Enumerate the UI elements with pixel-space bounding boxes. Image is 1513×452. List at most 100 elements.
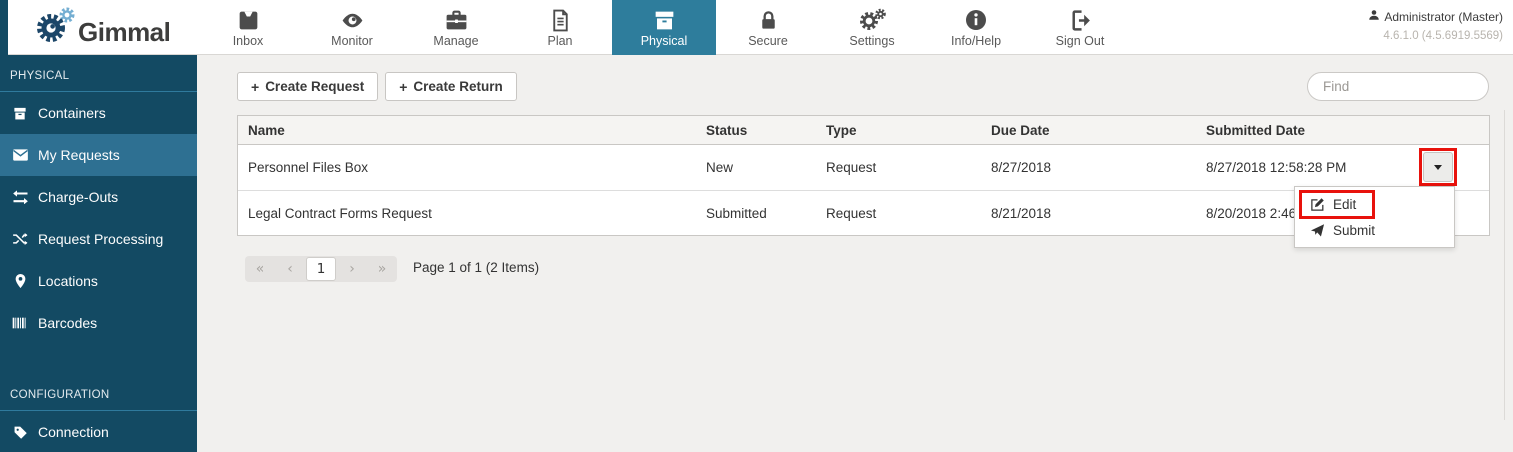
gears-icon [857,7,887,33]
table-row[interactable]: Personnel Files Box New Request 8/27/201… [238,145,1489,190]
nav-label: Inbox [233,34,264,48]
current-user[interactable]: Administrator (Master) [1368,9,1503,24]
nav-label: Sign Out [1056,34,1105,48]
pagination: « ‹ 1 › » [245,256,397,282]
info-icon [964,7,988,33]
create-request-label: Create Request [265,79,364,94]
cell-status: New [696,160,816,175]
nav-label: Info/Help [951,34,1001,48]
nav-label: Monitor [331,34,373,48]
nav-label: Settings [849,34,894,48]
red-annotation-box [1419,148,1457,186]
barcode-icon [11,315,29,331]
menu-item-label: Edit [1333,197,1356,212]
tag-icon [11,424,29,440]
sidebar-item-label: Charge-Outs [38,189,118,205]
row-actions-menu: Edit Submit [1294,186,1455,248]
nav-monitor[interactable]: Monitor [300,0,404,55]
archive-box-icon [11,105,29,121]
page-last-button[interactable]: » [367,256,397,282]
app-version: 4.6.1.0 (4.5.6919.5569) [1368,30,1503,42]
sign-out-icon [1068,7,1093,33]
cell-type: Request [816,160,981,175]
sidebar-item-connection[interactable]: Connection [0,411,197,452]
nav-label: Secure [748,34,788,48]
create-return-label: Create Return [413,79,502,94]
inbox-icon [236,7,261,33]
column-header-type[interactable]: Type [816,123,981,138]
caret-down-icon [1434,165,1442,170]
plus-icon: + [251,79,259,95]
cell-name: Legal Contract Forms Request [238,206,696,221]
nav-info-help[interactable]: Info/Help [924,0,1028,55]
cell-due-date: 8/21/2018 [981,206,1196,221]
briefcase-icon [444,7,469,33]
lock-icon [757,7,780,33]
menu-item-label: Submit [1333,223,1375,238]
gimmal-gears-icon [34,4,80,53]
person-icon [1368,9,1380,24]
app-window: Gimmal Inbox Monitor Manage [0,0,1513,452]
archive-box-icon [652,7,677,33]
sidebar-item-containers[interactable]: Containers [0,92,197,134]
sidebar-item-label: My Requests [38,147,120,163]
cell-status: Submitted [696,206,816,221]
nav-label: Manage [433,34,478,48]
column-header-submitted-date[interactable]: Submitted Date [1196,123,1489,138]
envelope-icon [11,147,29,163]
nav-plan[interactable]: Plan [508,0,612,55]
sidebar-item-locations[interactable]: Locations [0,260,197,302]
column-header-due-date[interactable]: Due Date [981,123,1196,138]
sidebar-item-my-requests[interactable]: My Requests [0,134,197,176]
edit-icon [1309,196,1325,212]
map-pin-icon [11,273,29,289]
sidebar-item-label: Request Processing [38,231,163,247]
shuffle-icon [11,231,29,247]
page-next-button[interactable]: › [337,256,367,282]
nav-physical[interactable]: Physical [612,0,716,55]
table-header-row: Name Status Type Due Date Submitted Date [238,116,1489,145]
plus-icon: + [399,79,407,95]
nav-label: Plan [547,34,572,48]
paper-plane-icon [1309,222,1325,238]
nav-manage[interactable]: Manage [404,0,508,55]
sidebar-section-configuration: CONFIGURATION [0,374,197,410]
top-header: Gimmal Inbox Monitor Manage [0,0,1513,55]
nav-settings[interactable]: Settings [820,0,924,55]
eye-icon [339,7,366,33]
panel-edge-line [1504,110,1505,420]
document-icon [548,7,573,33]
toolbar: + Create Request + Create Return [237,72,517,101]
create-return-button[interactable]: + Create Return [385,72,516,101]
top-nav: Inbox Monitor Manage Plan [196,0,1132,55]
sidebar-section-physical: PHYSICAL [0,55,197,91]
menu-item-edit[interactable]: Edit [1295,191,1454,217]
gimmal-logo[interactable]: Gimmal [34,6,170,50]
page-prev-button[interactable]: ‹ [275,256,305,282]
nav-sign-out[interactable]: Sign Out [1028,0,1132,55]
sidebar-item-label: Locations [38,273,98,289]
nav-label: Physical [641,34,688,48]
cell-type: Request [816,206,981,221]
menu-item-submit[interactable]: Submit [1295,217,1454,243]
create-request-button[interactable]: + Create Request [237,72,378,101]
user-name: Administrator (Master) [1384,10,1503,24]
nav-secure[interactable]: Secure [716,0,820,55]
sidebar-item-charge-outs[interactable]: Charge-Outs [0,176,197,218]
column-header-status[interactable]: Status [696,123,816,138]
page-first-button[interactable]: « [245,256,275,282]
row-actions-dropdown-button[interactable] [1423,152,1453,182]
nav-inbox[interactable]: Inbox [196,0,300,55]
sidebar-item-label: Barcodes [38,315,97,331]
sidebar-item-label: Connection [38,424,109,440]
find-input[interactable] [1307,72,1489,101]
header-left-stripe [0,0,8,55]
page-number-button[interactable]: 1 [306,257,336,281]
brand-name: Gimmal [78,17,170,48]
sidebar-item-request-processing[interactable]: Request Processing [0,218,197,260]
sidebar-item-label: Containers [38,105,106,121]
sidebar-item-barcodes[interactable]: Barcodes [0,302,197,344]
main-content: + Create Request + Create Return Name St… [197,55,1513,452]
column-header-name[interactable]: Name [238,123,696,138]
cell-due-date: 8/27/2018 [981,160,1196,175]
